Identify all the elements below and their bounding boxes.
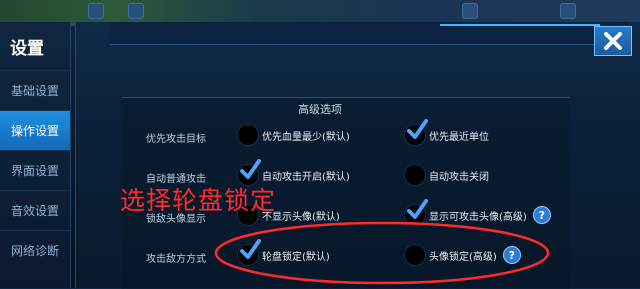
annotation-ellipse [214, 221, 550, 285]
annotation-text: 选择轮盘锁定 [120, 186, 277, 215]
